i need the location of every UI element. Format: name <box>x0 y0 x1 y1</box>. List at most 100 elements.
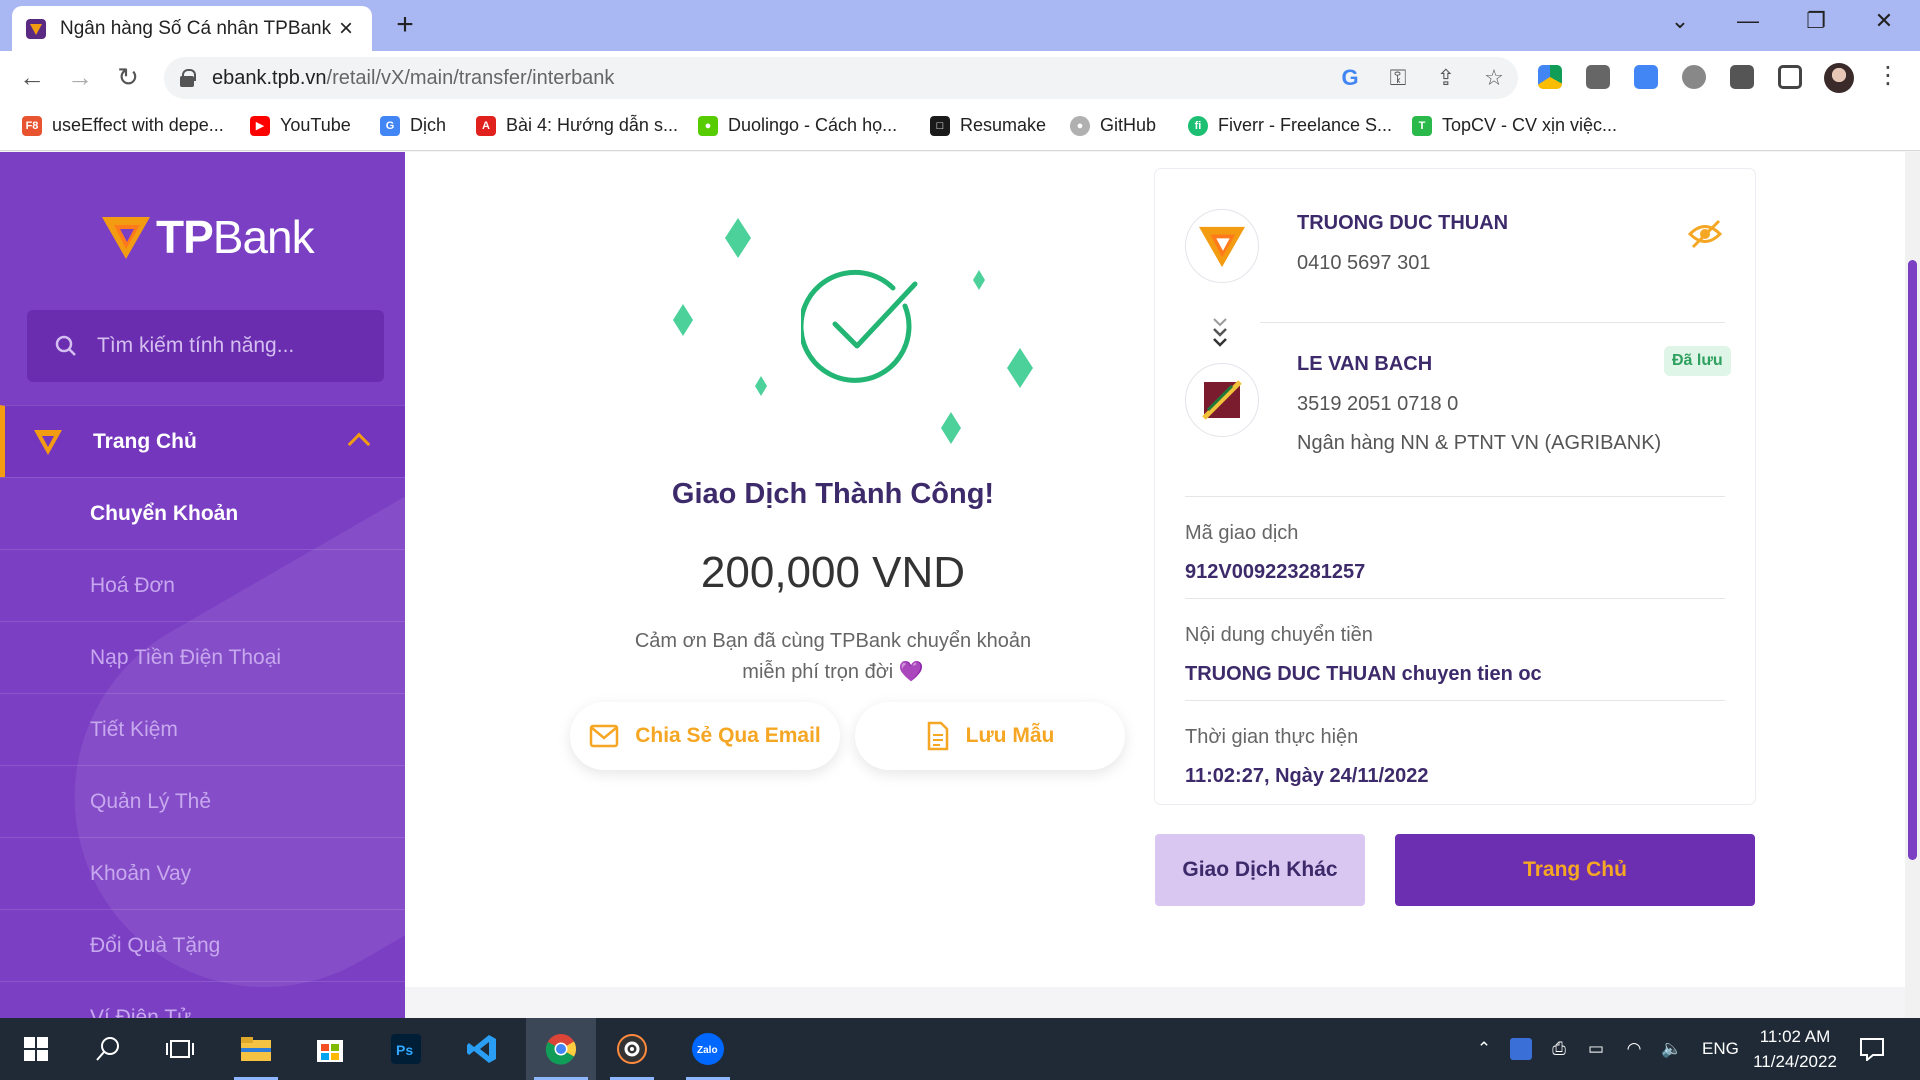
share-icon[interactable]: ⇪ <box>1432 65 1460 91</box>
bookmark-item[interactable]: F8 useEffect with depe... <box>22 115 224 136</box>
profile-avatar[interactable] <box>1824 63 1854 93</box>
search-taskbar-button[interactable] <box>78 1018 138 1080</box>
sparkle-decoration <box>941 412 961 444</box>
windows-taskbar: Ps Zalo ⌃ ⎙ ▭ ◠ 🔈 ENG 11:02 AM 11/24/202… <box>0 1018 1920 1080</box>
minimize-button[interactable]: — <box>1728 8 1768 34</box>
browser-tab[interactable]: Ngân hàng Số Cá nhân TPBank × <box>12 6 372 51</box>
google-translate-icon[interactable] <box>1634 65 1658 89</box>
tab-search-chevron-icon[interactable]: ⌄ <box>1660 8 1700 34</box>
adobe-icon: A <box>476 115 496 136</box>
transaction-id-label: Mã giao dịch <box>1185 522 1299 544</box>
resumake-icon: □ <box>930 115 950 136</box>
bookmark-item[interactable]: ▶ YouTube <box>250 115 351 136</box>
close-window-button[interactable]: ✕ <box>1864 8 1904 34</box>
battery-icon[interactable]: ▭ <box>1584 1039 1608 1059</box>
bookmark-item[interactable]: ● GitHub <box>1070 115 1156 136</box>
vscode-button[interactable] <box>452 1018 512 1080</box>
sidebar-item-rewards[interactable]: Đổi Quà Tặng <box>0 909 405 981</box>
extension-icon[interactable] <box>1586 65 1610 89</box>
back-button[interactable]: ← <box>16 62 48 93</box>
password-key-icon[interactable]: ⚿ <box>1384 65 1412 91</box>
side-panel-icon[interactable] <box>1778 65 1802 89</box>
home-button[interactable]: Trang Chủ <box>1395 834 1755 906</box>
bookmark-item[interactable]: A Bài 4: Hướng dẫn s... <box>476 115 678 136</box>
svg-text:Zalo: Zalo <box>697 1045 718 1056</box>
ime-icon[interactable] <box>1510 1038 1532 1060</box>
scrollbar-thumb[interactable] <box>1908 260 1917 860</box>
sparkle-decoration <box>673 304 693 336</box>
search-input[interactable] <box>97 334 367 358</box>
file-explorer-button[interactable] <box>226 1018 286 1080</box>
f8-icon: F8 <box>22 115 42 136</box>
sidebar-item-mobile-topup[interactable]: Nạp Tiền Điện Thoại <box>0 621 405 693</box>
forward-button[interactable]: → <box>64 62 96 93</box>
lock-icon[interactable] <box>180 69 196 87</box>
record-app-icon <box>617 1034 647 1064</box>
feature-search[interactable] <box>27 310 384 382</box>
chrome-button[interactable] <box>526 1018 596 1080</box>
chevron-up-icon[interactable] <box>347 432 371 456</box>
thanks-message: Cảm ơn Bạn đã cùng TPBank chuyển khoản m… <box>634 630 1032 683</box>
chevron-up-icon[interactable]: ⌃ <box>1472 1039 1496 1059</box>
page-scrollbar[interactable] <box>1905 152 1920 1018</box>
sidebar-item-savings[interactable]: Tiết Kiệm <box>0 693 405 765</box>
zalo-icon: Zalo <box>692 1033 724 1065</box>
bookmark-star-icon[interactable]: ☆ <box>1480 65 1508 91</box>
divider <box>1185 496 1725 497</box>
divider <box>1260 322 1725 323</box>
obs-button[interactable] <box>602 1018 662 1080</box>
meet-now-icon[interactable]: ⎙ <box>1548 1039 1570 1059</box>
tab-close-icon[interactable]: × <box>334 15 358 43</box>
envelope-icon <box>589 724 619 748</box>
share-email-button[interactable]: Chia Sẻ Qua Email <box>570 702 840 770</box>
restore-button[interactable]: ❐ <box>1796 8 1836 34</box>
sparkle-decoration <box>1007 348 1033 388</box>
success-check-icon <box>801 269 918 383</box>
bookmark-item[interactable]: □ Resumake <box>930 115 1046 136</box>
bookmark-item[interactable]: T TopCV - CV xịn việc... <box>1412 115 1617 136</box>
sidebar-menu: Trang Chủ Chuyển Khoản Hoá Đơn Nạp Tiền … <box>0 405 405 1018</box>
taskbar-clock[interactable]: 11:02 AM 11/24/2022 <box>1740 1024 1850 1074</box>
extensions-puzzle-icon[interactable] <box>1730 65 1754 89</box>
sidebar-item-loans[interactable]: Khoản Vay <box>0 837 405 909</box>
save-template-button[interactable]: Lưu Mẫu <box>855 702 1125 770</box>
volume-icon[interactable]: 🔈 <box>1660 1039 1684 1059</box>
bookmark-item[interactable]: G Dịch <box>380 115 446 136</box>
start-button[interactable] <box>6 1018 66 1080</box>
new-tab-button[interactable]: + <box>390 8 420 42</box>
windows-logo-icon <box>24 1037 48 1061</box>
sidebar-item-cards[interactable]: Quản Lý Thẻ <box>0 765 405 837</box>
sparkle-decoration <box>725 218 751 258</box>
lightbulb-extension-icon[interactable] <box>1682 65 1706 89</box>
transaction-details-card: TRUONG DUC THUAN 0410 5697 301 LE VAN BA… <box>1155 169 1755 804</box>
google-drive-icon[interactable] <box>1538 65 1562 89</box>
duolingo-icon: ● <box>698 115 718 136</box>
reload-button[interactable]: ↻ <box>112 62 144 93</box>
sidebar-item-bills[interactable]: Hoá Đơn <box>0 549 405 621</box>
tab-title: Ngân hàng Số Cá nhân TPBank <box>60 17 332 39</box>
eye-off-icon[interactable] <box>1687 219 1723 249</box>
microsoft-store-button[interactable] <box>300 1018 360 1080</box>
sidebar-item-home[interactable]: Trang Chủ <box>0 405 405 477</box>
notification-button[interactable] <box>1842 1018 1902 1080</box>
browser-tab-bar: Ngân hàng Số Cá nhân TPBank × + ⌄ — ❐ ✕ <box>0 0 1920 51</box>
tpbank-home-icon <box>34 429 62 455</box>
chrome-menu-icon[interactable]: ⋮ <box>1876 61 1900 90</box>
transfer-content: TRUONG DUC THUAN chuyen tien oc <box>1185 663 1542 685</box>
sender-bank-logo <box>1185 209 1259 283</box>
other-transaction-button[interactable]: Giao Dịch Khác <box>1155 834 1365 906</box>
zalo-button[interactable]: Zalo <box>678 1018 738 1080</box>
language-indicator[interactable]: ENG <box>1702 1039 1739 1059</box>
bookmarks-bar: F8 useEffect with depe... ▶ YouTube G Dịch … <box>0 105 1920 151</box>
sidebar-item-transfer[interactable]: Chuyển Khoản <box>0 477 405 549</box>
sidebar-item-e-wallet[interactable]: Ví Điện Tử <box>0 981 405 1018</box>
bookmark-item[interactable]: fi Fiverr - Freelance S... <box>1188 115 1392 136</box>
photoshop-button[interactable]: Ps <box>376 1018 436 1080</box>
google-lens-icon[interactable]: G <box>1336 65 1364 91</box>
task-view-button[interactable] <box>150 1018 210 1080</box>
tpbank-favicon-icon <box>26 18 46 39</box>
tpbank-logo[interactable]: TPBank <box>100 210 315 264</box>
wifi-icon[interactable]: ◠ <box>1622 1039 1646 1059</box>
bookmark-item[interactable]: ● Duolingo - Cách họ... <box>698 115 897 136</box>
address-bar[interactable]: ebank.tpb.vn/retail/vX/main/transfer/int… <box>164 57 1518 99</box>
